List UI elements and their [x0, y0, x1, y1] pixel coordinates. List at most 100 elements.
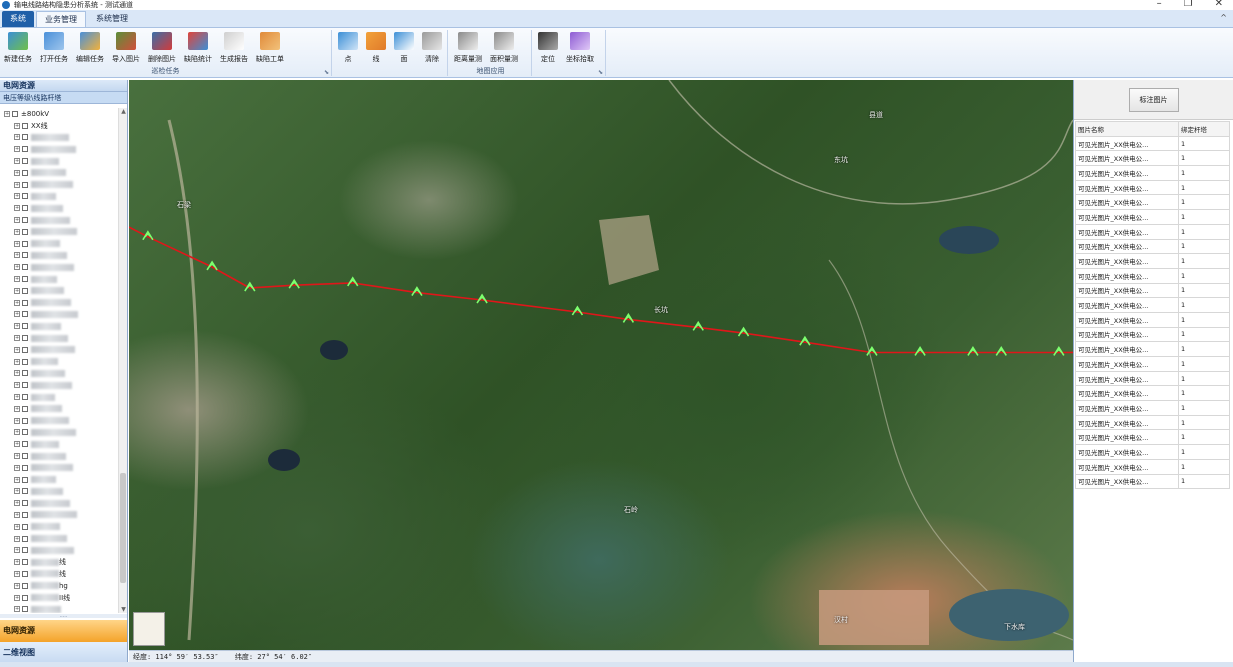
tree-node[interactable]: +: [0, 250, 118, 262]
tree-expand-icon[interactable]: +: [14, 606, 20, 613]
tree-checkbox[interactable]: [22, 606, 28, 613]
tree-node[interactable]: +: [0, 379, 118, 391]
tree-checkbox[interactable]: [22, 394, 28, 401]
scroll-up-icon[interactable]: ▲: [119, 108, 128, 115]
tree-expand-icon[interactable]: +: [14, 264, 20, 271]
ribbon-draw-button-3[interactable]: 清除: [418, 30, 446, 65]
tree-expand-icon[interactable]: +: [14, 382, 20, 389]
tree-checkbox[interactable]: [22, 476, 28, 483]
tree-checkbox[interactable]: [22, 488, 28, 495]
tree-node[interactable]: +: [0, 368, 118, 380]
group-launcher-icon[interactable]: ⬊: [324, 69, 329, 76]
tree-expand-icon[interactable]: +: [14, 582, 20, 589]
table-row[interactable]: 可见光图片_XX供电公... 1: [1075, 179, 1230, 196]
tree-node[interactable]: + ±800kV: [0, 108, 118, 120]
tree-checkbox[interactable]: [22, 570, 28, 577]
ribbon-task-button-5[interactable]: 缺陷统计: [180, 30, 216, 65]
group-launcher-icon[interactable]: ⬊: [598, 69, 603, 76]
table-row[interactable]: 可见光图片_XX供电公... 1: [1075, 267, 1230, 284]
tree-node[interactable]: +: [0, 544, 118, 556]
tower-marker-icon[interactable]: [1053, 345, 1065, 356]
tree-expand-icon[interactable]: +: [14, 547, 20, 554]
tab-system[interactable]: 系统: [2, 11, 34, 27]
ribbon-task-button-3[interactable]: 导入图片: [108, 30, 144, 65]
minimize-icon[interactable]: –: [1157, 0, 1162, 9]
tree-expand-icon[interactable]: +: [14, 405, 20, 412]
tree-checkbox[interactable]: [22, 582, 28, 589]
tree-checkbox[interactable]: [22, 464, 28, 471]
tab-system-management[interactable]: 系统管理: [88, 11, 136, 27]
tree-node[interactable]: +: [0, 132, 118, 144]
tree-node[interactable]: +: [0, 344, 118, 356]
tree-checkbox[interactable]: [22, 134, 28, 141]
table-row[interactable]: 可见光图片_XX供电公... 1: [1075, 238, 1230, 255]
ribbon-draw-button-1[interactable]: 线: [362, 30, 390, 65]
tree-node[interactable]: +: [0, 474, 118, 486]
table-row[interactable]: 可见光图片_XX供电公... 1: [1075, 165, 1230, 181]
tree-node[interactable]: +: [0, 521, 118, 533]
table-row[interactable]: 可见光图片_XX供电公... 1: [1075, 400, 1230, 416]
tree-node[interactable]: +: [0, 273, 118, 285]
tree-node[interactable]: +: [0, 450, 118, 462]
tree-expand-icon[interactable]: +: [14, 358, 20, 365]
tree-expand-icon[interactable]: +: [14, 217, 20, 224]
tree-node[interactable]: +: [0, 427, 118, 439]
tree-node[interactable]: +: [0, 356, 118, 368]
table-row[interactable]: 可见光图片_XX供电公... 1: [1075, 150, 1230, 167]
tab-2d-view[interactable]: 二维视图: [0, 642, 127, 664]
tree-expand-icon[interactable]: +: [14, 169, 20, 176]
tree-checkbox[interactable]: [22, 169, 28, 176]
table-row[interactable]: 可见光图片_XX供电公... 1: [1075, 370, 1230, 387]
tree-checkbox[interactable]: [22, 335, 28, 342]
table-row[interactable]: 可见光图片_XX供电公... 1: [1075, 194, 1230, 211]
tree-checkbox[interactable]: [22, 158, 28, 165]
tree-expand-icon[interactable]: +: [14, 299, 20, 306]
tree-scrollbar[interactable]: ▲ ▼: [118, 108, 127, 613]
table-row[interactable]: 可见光图片_XX供电公... 1: [1075, 253, 1230, 269]
tree-node[interactable]: +: [0, 509, 118, 521]
tree-checkbox[interactable]: [22, 382, 28, 389]
minimap[interactable]: [133, 612, 165, 646]
tree-node[interactable]: +: [0, 238, 118, 250]
tree-node[interactable]: +: [0, 179, 118, 191]
panel-splitter[interactable]: .....: [0, 614, 127, 619]
mark-image-button[interactable]: 标注图片: [1128, 87, 1179, 112]
restore-icon[interactable]: ❐: [1184, 0, 1193, 9]
satellite-map[interactable]: 石梁 县道 东坑 长坑 石岭 汉村 下水库: [129, 80, 1073, 650]
tree-checkbox[interactable]: [22, 500, 28, 507]
tree-node[interactable]: +: [0, 403, 118, 415]
tree-expand-icon[interactable]: +: [14, 335, 20, 342]
ribbon-task-button-4[interactable]: 删除图片: [144, 30, 180, 65]
ribbon-task-button-7[interactable]: 缺陷工单: [252, 30, 288, 65]
tree-checkbox[interactable]: [22, 181, 28, 188]
tree-expand-icon[interactable]: +: [14, 346, 20, 353]
tree-node[interactable]: +: [0, 202, 118, 214]
tree-checkbox[interactable]: [22, 346, 28, 353]
table-row[interactable]: 可见光图片_XX供电公... 1: [1075, 341, 1230, 357]
tree-checkbox[interactable]: [22, 276, 28, 283]
tree-expand-icon[interactable]: +: [14, 181, 20, 188]
tree-node[interactable]: +: [0, 438, 118, 450]
tree-node[interactable]: +: [0, 191, 118, 203]
tab-grid-resources[interactable]: 电网资源: [0, 620, 127, 642]
tree-expand-icon[interactable]: +: [14, 158, 20, 165]
tree-expand-icon[interactable]: +: [14, 122, 20, 129]
tree-checkbox[interactable]: [22, 193, 28, 200]
tree-checkbox[interactable]: [22, 370, 28, 377]
ribbon-locate-button-0[interactable]: 定位: [534, 30, 562, 65]
tree-node[interactable]: +: [0, 143, 118, 155]
tree-checkbox[interactable]: [22, 287, 28, 294]
tree-expand-icon[interactable]: +: [14, 570, 20, 577]
tree-node[interactable]: + 线: [0, 556, 118, 568]
tree-checkbox[interactable]: [22, 523, 28, 530]
tree-expand-icon[interactable]: +: [14, 417, 20, 424]
ribbon-collapse-icon[interactable]: ^: [1220, 13, 1227, 22]
tree-expand-icon[interactable]: +: [14, 240, 20, 247]
tree-node[interactable]: +: [0, 462, 118, 474]
tree-node[interactable]: +: [0, 309, 118, 321]
tree-node[interactable]: +: [0, 167, 118, 179]
tree-expand-icon[interactable]: +: [14, 511, 20, 518]
tower-marker-icon[interactable]: [995, 345, 1007, 356]
tab-business[interactable]: 业务管理: [36, 11, 86, 27]
tree-checkbox[interactable]: [22, 405, 28, 412]
